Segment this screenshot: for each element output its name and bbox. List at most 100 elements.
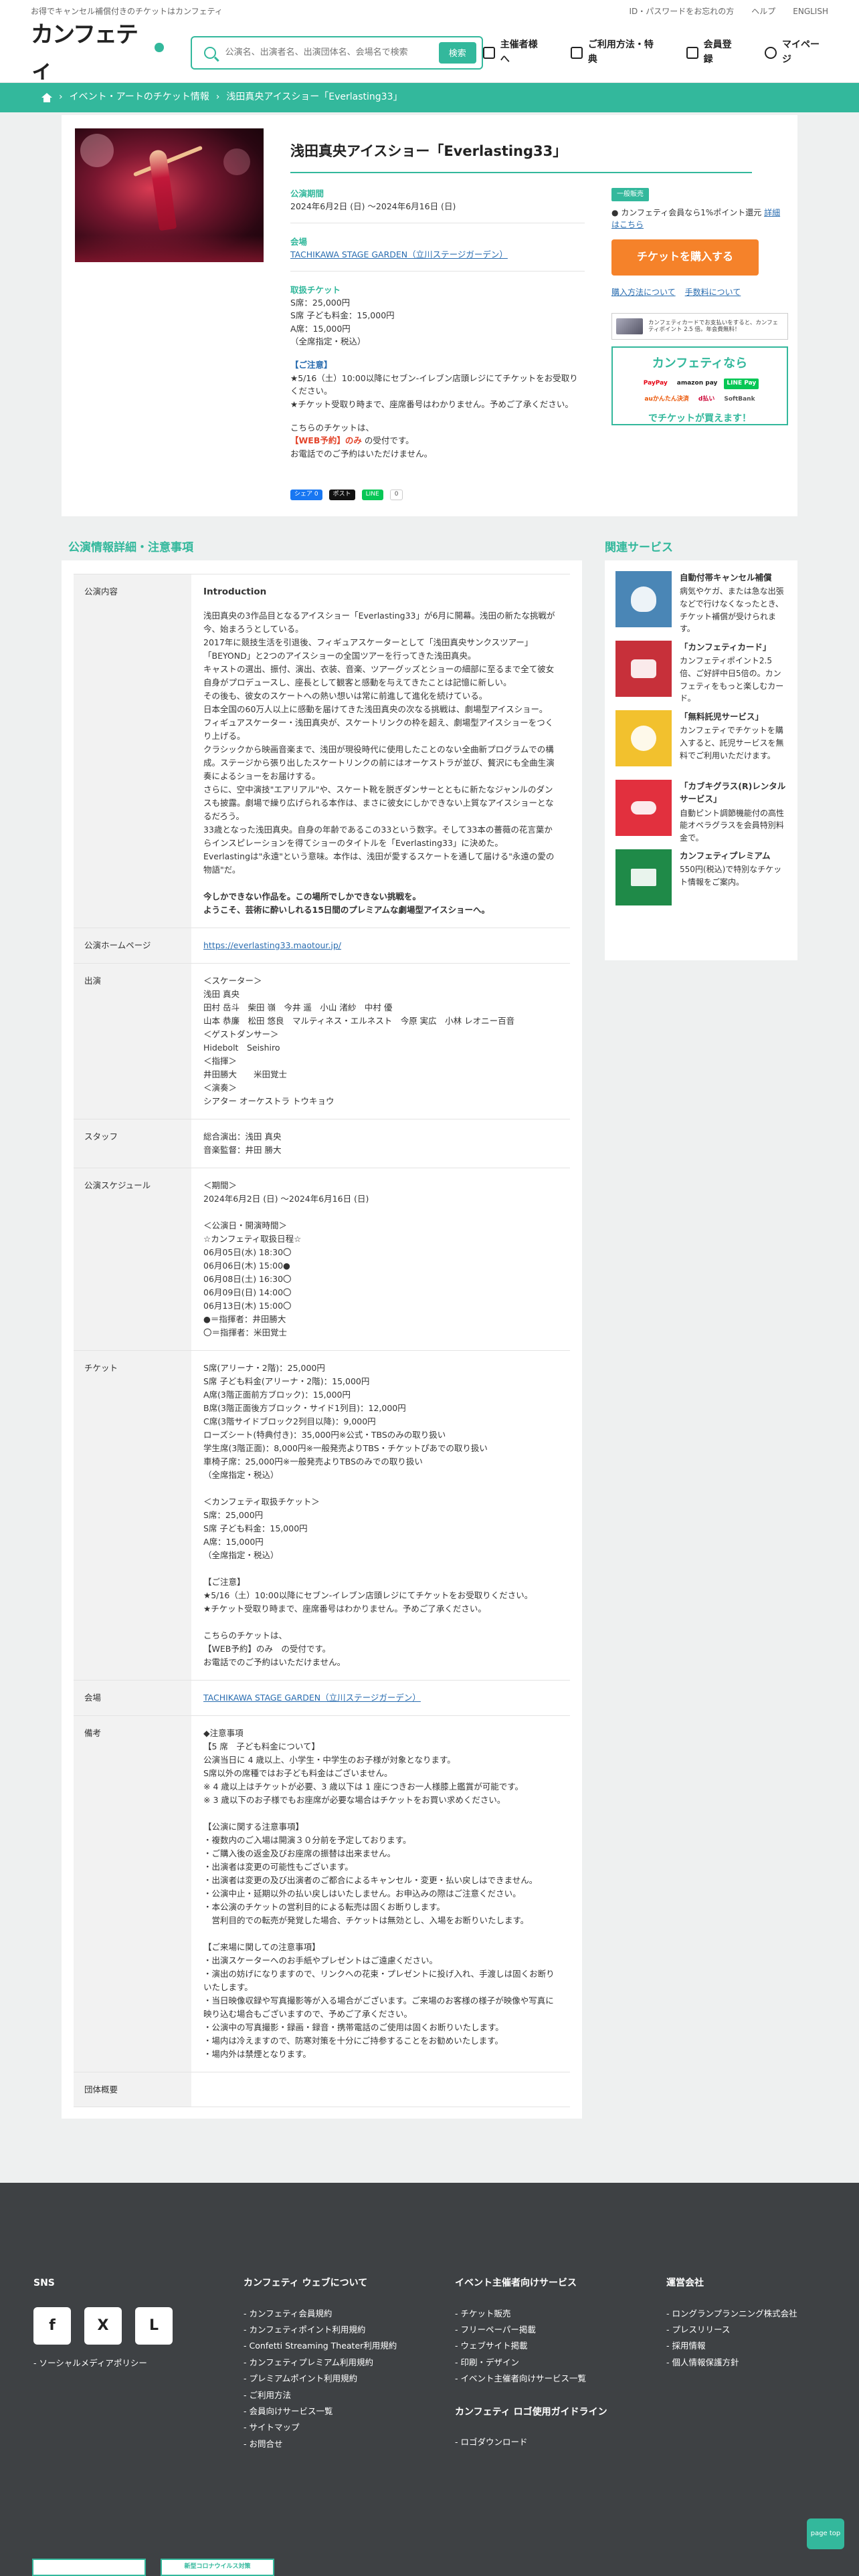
- page-top-button[interactable]: page top: [807, 2518, 844, 2549]
- footer-web: カンフェティ ウェブについて カンフェティ会員規約 カンフェティポイント利用規約…: [244, 2276, 397, 2454]
- covid-measures-badge[interactable]: 新型コロナウイルス対策: [161, 2559, 274, 2576]
- service-item[interactable]: 「カブキグラス(R)レンタルサービス」 自動ピント調節機能付の高性能オペラグラスを…: [615, 780, 787, 843]
- official-site-link[interactable]: https://everlasting33.maotour.jp/: [203, 940, 341, 950]
- search-input[interactable]: [225, 47, 439, 58]
- footer-link[interactable]: ソーシャルメディアポリシー: [33, 2357, 173, 2369]
- details-row: 備考 ◆注意事項 【5 席 子ども料金について】 公演当日に 4 歳以上、小学生…: [74, 1715, 570, 2072]
- user-icon: [765, 46, 777, 59]
- site-logo[interactable]: カンフェティ: [31, 17, 164, 88]
- payment-methods: auかんたん決済 d払い SoftBank: [613, 395, 787, 405]
- details-row: スタッフ 総合演出：浅田 真央 音楽監督：井田 勝大: [74, 1118, 570, 1168]
- footer-sns-title: SNS: [33, 2278, 55, 2288]
- ticket-line: S席：25,000円: [290, 297, 351, 308]
- service-item[interactable]: カンフェティプレミアム 550円(税込)で特別なチケット情報をご案内。: [615, 849, 787, 907]
- premium-crown-icon: [615, 849, 672, 905]
- x-post-button[interactable]: ポスト: [328, 490, 355, 500]
- event-image: [75, 128, 264, 262]
- card-banner[interactable]: カンフェティカードでお支払いをすると、カンフェティポイント 2.5 倍。年会費無…: [611, 313, 788, 340]
- web-only-tag: 【WEB予約】のみ: [290, 435, 362, 446]
- sale-web-line: 【WEB予約】のみ の受付です。: [290, 434, 585, 447]
- footer-link[interactable]: ロングランプランニング株式会社: [666, 2307, 797, 2320]
- paypay-logo: PayPay: [643, 380, 668, 387]
- service-item[interactable]: 「無料託児サービス」 カンフェティでチケットを購入すると、託児サービスを無料でご利…: [615, 710, 787, 768]
- x-icon[interactable]: X: [84, 2306, 122, 2345]
- shield-icon: [615, 571, 672, 627]
- card-banner-text: カンフェティカードでお支払いをすると、カンフェティポイント 2.5 倍。年会費無…: [648, 319, 779, 334]
- payment-banner-bottom: でチケットが買えます！: [648, 413, 751, 425]
- notice-line: ★チケット受取り時まで、座席番号はわかりません。予めご了承ください。: [290, 399, 573, 409]
- ticket-line: A席：15,000円: [290, 323, 351, 334]
- breadcrumb-category[interactable]: イベント・アートのチケット情報: [70, 90, 209, 105]
- search-bar: 検索: [190, 35, 483, 70]
- tickets-label: 取扱チケット: [290, 284, 341, 295]
- forgot-password-link[interactable]: ID・パスワードをお忘れの方: [629, 5, 734, 18]
- building-icon: [482, 46, 495, 59]
- service-desc: カンフェティポイント2.5倍、ご好評中日5倍の。カンフェティをもっと楽しむカード…: [680, 656, 784, 704]
- home-icon[interactable]: [41, 93, 52, 102]
- line-share-button[interactable]: LINE: [361, 490, 383, 500]
- search-button[interactable]: 検索: [438, 41, 476, 64]
- footer-badges: 新型コロナウイルス対策: [32, 2559, 274, 2576]
- nav-register[interactable]: 会員登録: [686, 38, 741, 67]
- details-heading: 公演情報詳細・注意事項: [68, 541, 193, 554]
- footer-link[interactable]: Confetti Streaming Theater利用規約: [244, 2339, 397, 2352]
- footer-link[interactable]: ロゴダウンロード: [455, 2436, 607, 2448]
- footer-link[interactable]: 個人情報保護方針: [666, 2356, 797, 2369]
- sale-line: の受付です。: [364, 435, 414, 446]
- venue-link[interactable]: TACHIKAWA STAGE GARDEN（立川ステージガーデン）: [290, 249, 508, 259]
- footer-link[interactable]: 会員向けサービス一覧: [244, 2405, 397, 2418]
- row-label: 公演スケジュール: [74, 1168, 191, 1350]
- fee-link[interactable]: 手数料について: [685, 286, 741, 299]
- footer-link[interactable]: カンフェティポイント利用規約: [244, 2323, 397, 2336]
- footer-link[interactable]: 印刷・デザイン: [455, 2356, 607, 2369]
- services-heading: 関連サービス: [605, 541, 673, 554]
- footer-web-links: カンフェティ会員規約 カンフェティポイント利用規約 Confetti Strea…: [244, 2307, 397, 2450]
- english-link[interactable]: ENGLISH: [793, 5, 828, 18]
- details-row: 公演ホームページ https://everlasting33.maotour.j…: [74, 927, 570, 963]
- payment-banner[interactable]: カンフェティなら PayPay amazon pay LINE Pay auかん…: [611, 346, 788, 426]
- footer-link[interactable]: フリーペーパー掲載: [455, 2323, 607, 2336]
- nav-organizers[interactable]: 主催者様へ: [482, 38, 547, 67]
- nav-guide[interactable]: ご利用方法・特典: [571, 38, 662, 67]
- schedule-value: ＜期間＞ 2024年6月2日 (日) ～2024年6月16日 (日) ＜公演日・…: [203, 1180, 369, 1337]
- footer-link[interactable]: ご利用方法: [244, 2389, 397, 2401]
- details-table: 公演内容 Introduction 浅田真央の3作品目となるアイスショー「Ever…: [62, 560, 582, 2119]
- footer-company-links: ロングランプランニング株式会社 プレスリリース 採用情報 個人情報保護方針: [666, 2307, 797, 2369]
- how-to-buy-link[interactable]: 購入方法について: [611, 286, 676, 299]
- footer-link[interactable]: サイトマップ: [244, 2421, 397, 2434]
- footer-link[interactable]: イベント主催者向けサービス一覧: [455, 2372, 607, 2385]
- intro-body: 浅田真央の3作品目となるアイスショー「Everlasting33」が6月に開幕。…: [203, 610, 555, 875]
- row-value: https://everlasting33.maotour.jp/: [191, 928, 570, 963]
- row-label: チケット: [74, 1350, 191, 1680]
- cast-value: ＜スケーター＞ 浅田 真央 田村 岳斗 柴田 嶺 今井 遥 小山 渚紗 中村 優…: [203, 975, 515, 1106]
- au-pay-logo: auかんたん決済: [644, 396, 689, 403]
- breadcrumb-sep: ›: [59, 92, 63, 103]
- facebook-share-button[interactable]: シェア 0: [290, 490, 322, 500]
- help-link[interactable]: ヘルプ: [751, 5, 775, 18]
- hatena-count[interactable]: 0: [389, 490, 403, 500]
- footer-link[interactable]: チケット販売: [455, 2307, 607, 2320]
- certification-badge[interactable]: [32, 2559, 146, 2576]
- footer-link[interactable]: プレミアムポイント利用規約: [244, 2372, 397, 2385]
- footer-link[interactable]: カンフェティ会員規約: [244, 2307, 397, 2320]
- footer-org-links: チケット販売 フリーペーパー掲載 ウェブサイト掲載 印刷・デザイン イベント主催…: [455, 2307, 607, 2385]
- buy-ticket-button[interactable]: チケットを購入する: [611, 239, 759, 276]
- credit-card-icon: [615, 641, 672, 697]
- footer-link[interactable]: プレスリリース: [666, 2323, 797, 2336]
- footer-link[interactable]: 採用情報: [666, 2339, 797, 2352]
- venue-detail-link[interactable]: TACHIKAWA STAGE GARDEN（立川ステージガーデン）: [203, 1693, 421, 1703]
- search-icon: [203, 46, 216, 59]
- service-item[interactable]: 自動付帯キャンセル補償 病気やケガ、または急な出張などで行けなくなったとき、チケッ…: [615, 571, 787, 633]
- line-icon[interactable]: L: [135, 2306, 173, 2345]
- notice-line: ★5/16（土）10:00以降にセブン-イレブン店頭レジにてチケットをお受取りく…: [290, 372, 578, 397]
- facebook-icon[interactable]: f: [33, 2306, 71, 2345]
- purchase-panel: 一般販売 ● カンフェティ会員なら1%ポイント還元 詳細はこちら チケットを購入…: [611, 187, 788, 426]
- service-title: カンフェティプレミアム: [680, 851, 771, 861]
- footer-link[interactable]: ウェブサイト掲載: [455, 2339, 607, 2352]
- footer-link[interactable]: お問合せ: [244, 2438, 397, 2450]
- service-item[interactable]: 「カンフェティカード」 カンフェティポイント2.5倍、ご好評中日5倍の。カンフェテ…: [615, 641, 787, 703]
- footer-link[interactable]: カンフェティプレミアム利用規約: [244, 2356, 397, 2369]
- details-row: チケット S席(アリーナ・2階)：25,000円 S席 子ども料金(アリーナ・2…: [74, 1350, 570, 1680]
- share-buttons: シェア 0 ポスト LINE 0: [290, 490, 403, 500]
- nav-mypage[interactable]: マイページ: [765, 38, 828, 67]
